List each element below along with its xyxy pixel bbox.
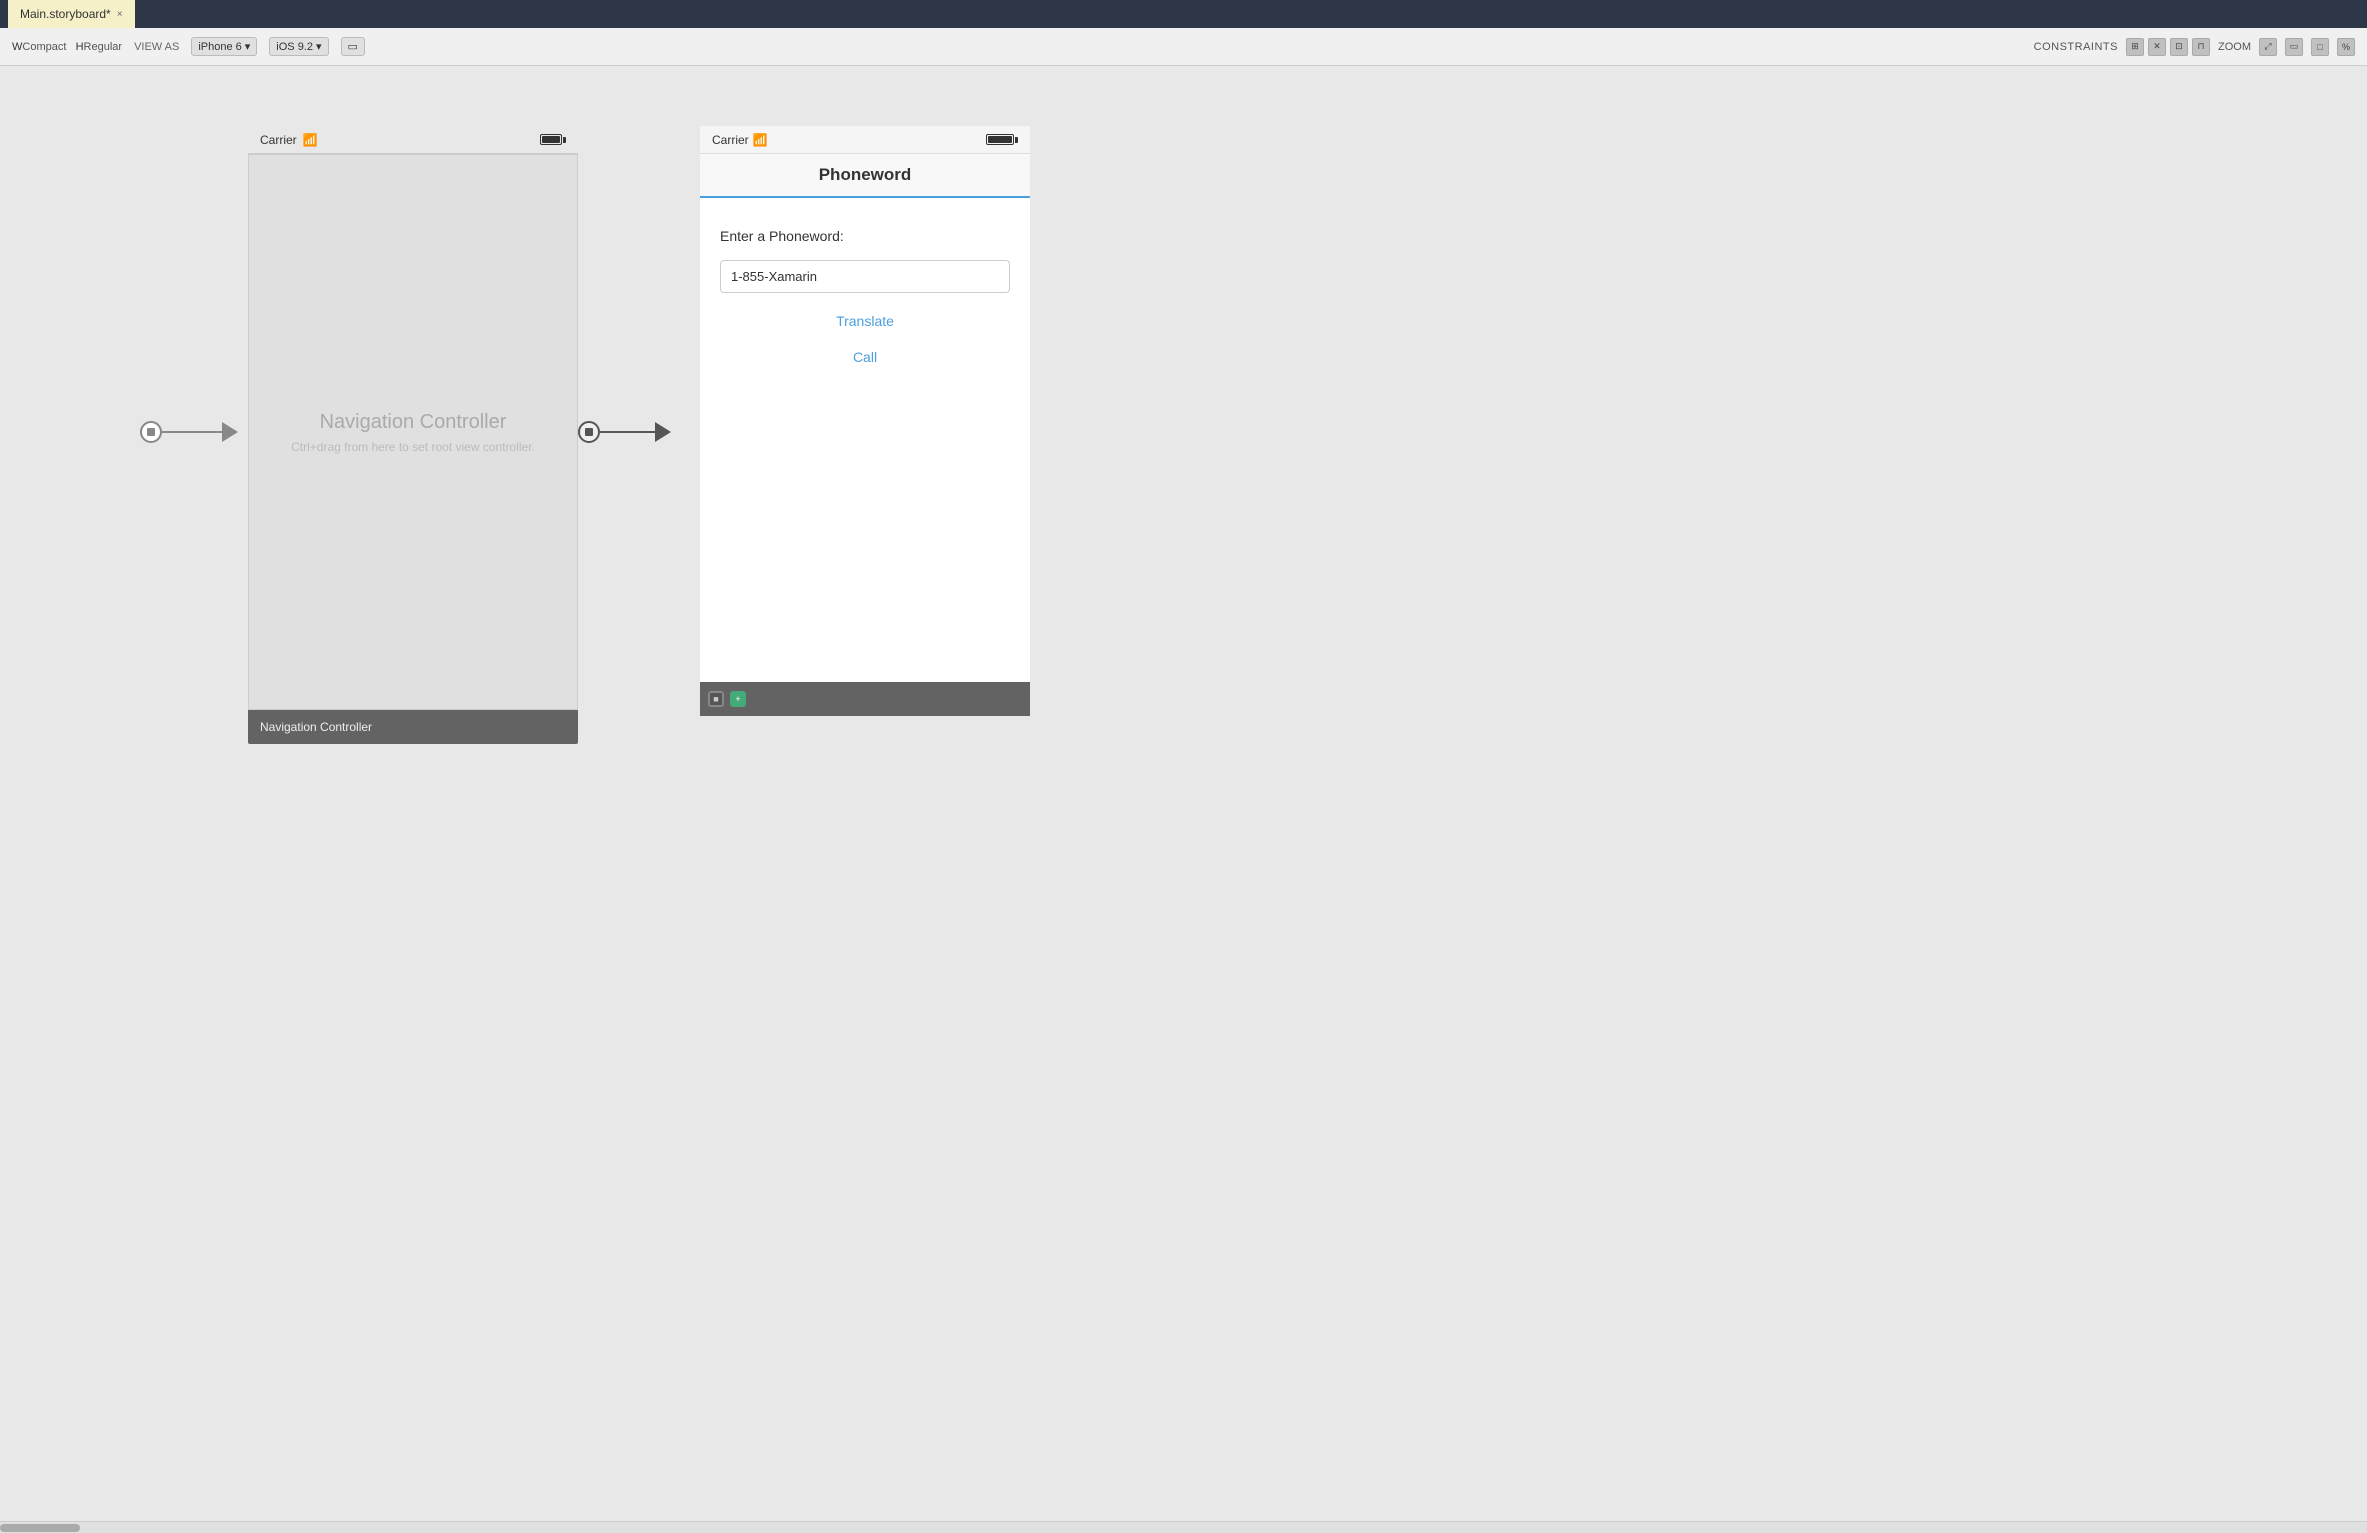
chevron-down-icon: ▾ [245,40,251,53]
segue-circle-inner [585,428,593,436]
phoneword-battery-icon [986,134,1018,145]
chevron-down-icon: ▾ [316,40,322,53]
enter-phoneword-label: Enter a Phoneword: [720,228,1010,244]
arrow-line [162,431,222,433]
device-selector[interactable]: iPhone 6 ▾ [191,37,257,56]
scene-icon: ■ [708,691,724,707]
storyboard-canvas: Carrier 📶 Navigation Controller Ctrl+dra… [0,66,2367,1533]
phoneword-view-controller[interactable]: Carrier 📶 Phoneword Enter a Phoneword: 1… [700,126,1030,716]
navigation-controller-scene[interactable]: Carrier 📶 Navigation Controller Ctrl+dra… [248,126,578,716]
status-right [986,134,1018,145]
compact-label: Compact [22,41,66,53]
w-compact-label: WCompact HRegular [12,41,122,53]
regular-label: Regular [84,41,123,53]
segue-line [600,431,655,433]
constraints-label: CONSTRAINTS [2034,41,2118,53]
phoneword-wifi-icon: 📶 [753,133,768,147]
battery-icon [540,134,566,145]
zoom-label: ZOOM [2218,41,2251,53]
close-tab-icon[interactable]: × [117,9,123,20]
entry-point-inner [147,428,155,436]
toolbar: WCompact HRegular VIEW AS iPhone 6 ▾ iOS… [0,28,2367,66]
arrow-head [222,422,238,442]
nav-controller-hint: Ctrl+drag from here to set root view con… [291,440,535,454]
orientation-icon: ▭ [348,40,358,53]
scrollbar-thumb[interactable] [0,1524,80,1532]
wifi-icon: 📶 [303,133,318,147]
segue-arrow [578,421,671,443]
zoom-in-icon[interactable]: □ [2311,38,2329,56]
call-button[interactable]: Call [720,349,1010,365]
nav-controller-footer-label: Navigation Controller [260,720,372,734]
segue-circle[interactable] [578,421,600,443]
zoom-fit-icon[interactable]: ⤢ [2259,38,2277,56]
phoneword-footer: ■ + [700,682,1030,716]
phoneword-carrier: Carrier [712,133,749,147]
orientation-button[interactable]: ▭ [341,37,365,56]
nav-controller-footer: Navigation Controller [248,710,578,744]
ios-version-selector[interactable]: iOS 9.2 ▾ [269,37,328,56]
translate-button[interactable]: Translate [720,313,1010,329]
zoom-out-icon[interactable]: ▭ [2285,38,2303,56]
phoneword-text-field[interactable]: 1-855-Xamarin [720,260,1010,293]
nav-controller-body: Navigation Controller Ctrl+drag from her… [248,154,578,710]
horizontal-scrollbar[interactable] [0,1521,2367,1533]
resolve-constraints-icon[interactable]: ⊓ [2192,38,2210,56]
phoneword-body: Enter a Phoneword: 1-855-Xamarin Transla… [700,198,1030,682]
view-as-label: VIEW AS [134,41,179,53]
phoneword-nav-bar: Phoneword [700,154,1030,198]
main-storyboard-tab[interactable]: Main.storyboard* × [8,0,135,28]
segue-arrow-head [655,422,671,442]
add-scene-icon[interactable]: + [730,691,746,707]
update-frames-icon[interactable]: ⊡ [2170,38,2188,56]
tab-label: Main.storyboard* [20,7,111,21]
remove-constraints-icon[interactable]: ✕ [2148,38,2166,56]
entry-arrow-left [140,421,238,443]
toolbar-right: CONSTRAINTS ⊞ ✕ ⊡ ⊓ ZOOM ⤢ ▭ □ % [2034,38,2355,56]
constraints-icons: ⊞ ✕ ⊡ ⊓ [2126,38,2210,56]
zoom-percent-icon[interactable]: % [2337,38,2355,56]
phoneword-status-bar: Carrier 📶 [700,126,1030,154]
nav-status-bar: Carrier 📶 [248,126,578,154]
entry-point-circle [140,421,162,443]
titlebar: Main.storyboard* × [0,0,2367,28]
add-constraints-icon[interactable]: ⊞ [2126,38,2144,56]
phoneword-nav-title: Phoneword [819,165,912,185]
nav-controller-title: Navigation Controller [320,411,507,434]
carrier-text: Carrier [260,133,297,147]
